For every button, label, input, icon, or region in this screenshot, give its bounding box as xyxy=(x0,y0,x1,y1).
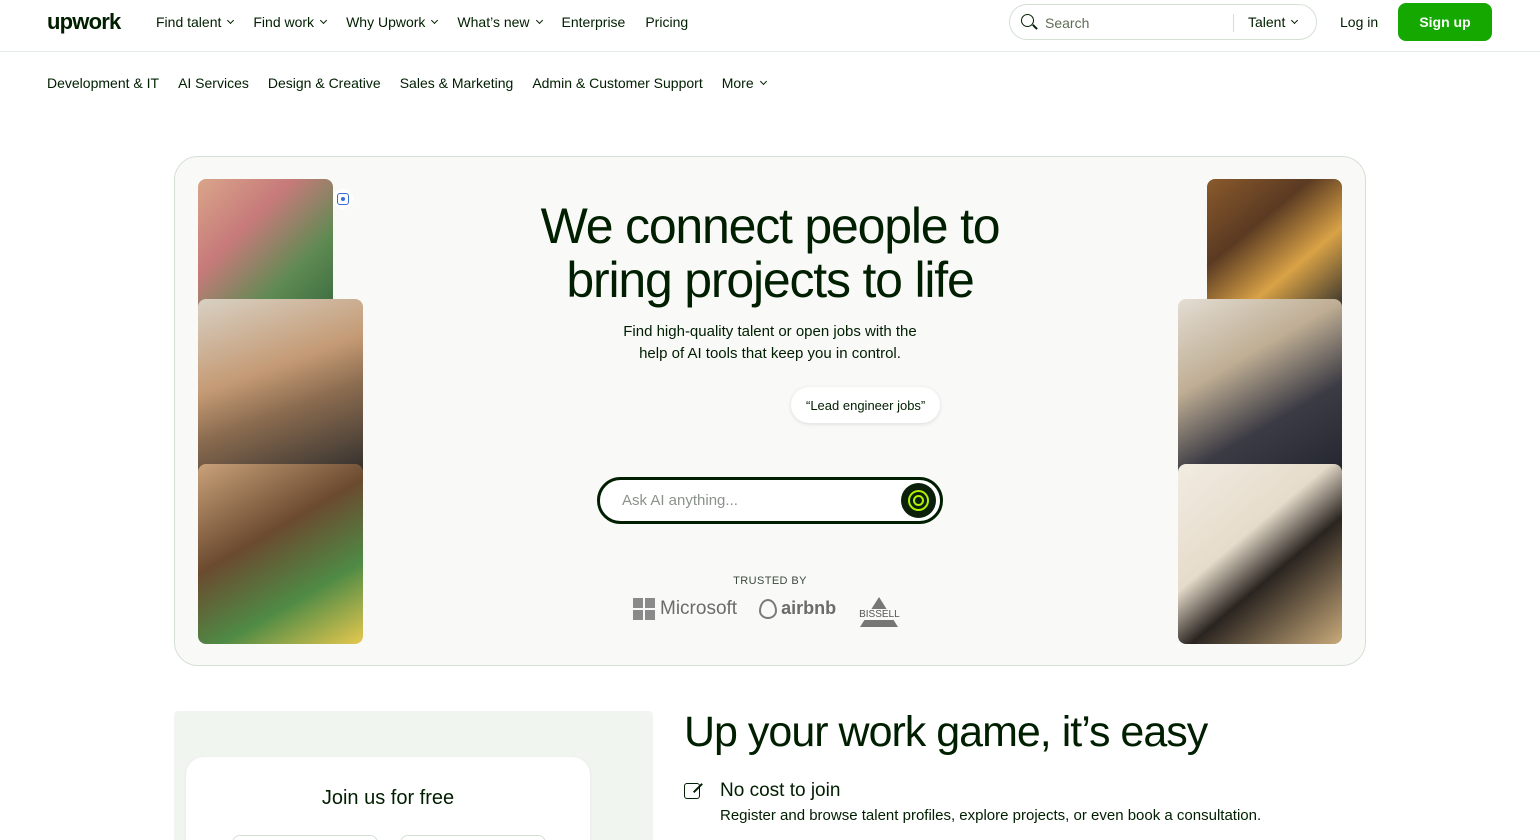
airbnb-mark-icon xyxy=(759,598,778,619)
nav-find-work[interactable]: Find work xyxy=(253,14,328,30)
trusted-logos: Microsoft airbnb BISSELL xyxy=(633,597,901,627)
category-ai-services[interactable]: AI Services xyxy=(178,75,249,91)
chevron-down-icon xyxy=(1291,16,1299,24)
category-nav: Development & IT AI Services Design & Cr… xyxy=(47,75,767,91)
hero-card: We connect people to bring projects to l… xyxy=(174,156,1366,666)
microsoft-grid-icon xyxy=(633,597,655,620)
chevron-down-icon xyxy=(535,16,543,24)
nav-find-talent[interactable]: Find talent xyxy=(156,14,235,30)
search-input[interactable]: Search xyxy=(1045,15,1089,31)
suggestion-chip[interactable]: “Lead engineer jobs” xyxy=(791,387,941,423)
signup-button[interactable]: Sign up xyxy=(1398,3,1492,41)
category-design-creative[interactable]: Design & Creative xyxy=(268,75,381,91)
chevron-down-icon xyxy=(759,77,767,85)
freelancer-photo-woman-laptop xyxy=(1178,464,1342,644)
search-divider xyxy=(1233,14,1234,32)
join-title: Join us for free xyxy=(321,787,455,809)
ai-search-bar[interactable]: Ask AI anything... xyxy=(597,477,943,524)
hero-subtitle: Find high-quality talent or open jobs wi… xyxy=(623,323,917,362)
edit-icon xyxy=(684,780,704,800)
nav-whats-new[interactable]: What’s new xyxy=(457,14,543,30)
join-card: Join us for free xyxy=(186,757,590,840)
visual-search-icon[interactable] xyxy=(333,189,353,209)
category-admin-support[interactable]: Admin & Customer Support xyxy=(532,75,702,91)
main-nav: Find talent Find work Why Upwork What’s … xyxy=(156,14,688,30)
chevron-down-icon xyxy=(431,16,439,24)
join-panel: Join us for free xyxy=(174,711,653,840)
nav-pricing[interactable]: Pricing xyxy=(645,14,688,30)
search-scope-dropdown[interactable]: Talent xyxy=(1248,14,1299,30)
category-development-it[interactable]: Development & IT xyxy=(47,75,159,91)
microsoft-logo: Microsoft xyxy=(633,597,737,620)
upwork-logo[interactable]: upwork xyxy=(47,9,121,35)
trusted-by-label: TRUSTED BY xyxy=(733,575,807,587)
airbnb-logo: airbnb xyxy=(759,598,836,619)
freelancer-photo-woman-tablet xyxy=(1207,179,1342,314)
ai-submit-button[interactable] xyxy=(901,483,936,518)
section-title: Up your work game, it’s easy xyxy=(684,708,1208,756)
join-option-freelancer[interactable] xyxy=(400,835,546,840)
hero-title: We connect people to bring projects to l… xyxy=(540,198,1001,308)
freelancer-photo-colleagues xyxy=(1178,299,1342,479)
category-more[interactable]: More xyxy=(722,75,767,91)
freelancer-photo-woman-phone xyxy=(198,464,363,644)
top-navigation: upwork Find talent Find work Why Upwork … xyxy=(0,0,1540,52)
ai-search-input[interactable]: Ask AI anything... xyxy=(622,492,738,509)
freelancer-photo-glasses-man xyxy=(198,299,363,479)
join-option-client[interactable] xyxy=(232,835,378,840)
feature-title: No cost to join xyxy=(720,780,841,801)
category-sales-marketing[interactable]: Sales & Marketing xyxy=(400,75,514,91)
login-link[interactable]: Log in xyxy=(1340,14,1378,30)
freelancer-photo-pink-hair xyxy=(198,179,333,314)
chevron-down-icon xyxy=(227,16,235,24)
nav-why-upwork[interactable]: Why Upwork xyxy=(346,14,439,30)
search-icon xyxy=(1021,14,1038,30)
feature-description: Register and browse talent profiles, exp… xyxy=(720,807,1262,824)
chevron-down-icon xyxy=(320,16,328,24)
bissell-logo: BISSELL xyxy=(858,597,901,627)
search-bar[interactable]: Search Talent xyxy=(1009,4,1317,40)
nav-enterprise[interactable]: Enterprise xyxy=(562,14,626,30)
